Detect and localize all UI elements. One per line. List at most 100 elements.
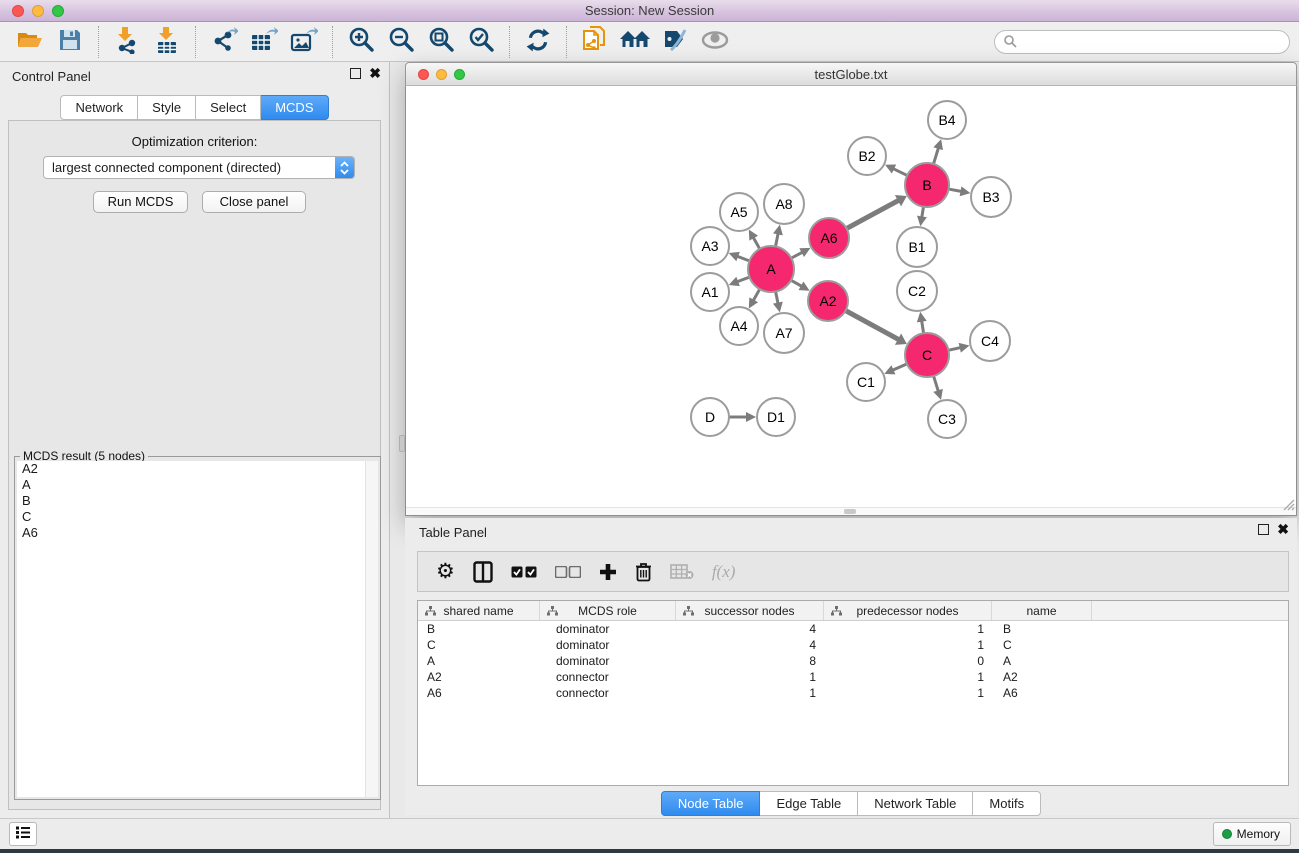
table-settings-gear-icon[interactable]: ⚙ <box>436 559 455 585</box>
table-row[interactable]: A6connector11A6 <box>418 685 1288 701</box>
save-session-button[interactable] <box>50 24 90 60</box>
status-bar: Memory <box>0 818 1299 849</box>
network-vertical-scrollbar[interactable] <box>399 86 406 515</box>
table-row[interactable]: Adominator80A <box>418 653 1288 669</box>
column-header[interactable]: predecessor nodes <box>824 601 992 620</box>
table-panel-tabs: Node TableEdge TableNetwork TableMotifs <box>405 791 1297 816</box>
close-panel-icon[interactable]: ✖ <box>369 68 381 79</box>
toolbar-separator <box>195 26 196 58</box>
graph-edge-arrow <box>959 343 970 353</box>
memory-button[interactable]: Memory <box>1213 822 1291 846</box>
column-header[interactable]: shared name <box>418 601 540 620</box>
result-item[interactable]: A2 <box>17 461 365 477</box>
zoom-fit-button[interactable] <box>421 24 461 60</box>
result-scrollbar[interactable] <box>365 461 378 797</box>
memory-label: Memory <box>1237 827 1280 841</box>
graph-node-label: A6 <box>820 230 837 246</box>
session-title: Session: New Session <box>0 3 1299 18</box>
save-floppy-icon <box>58 28 82 55</box>
resize-grip-icon[interactable] <box>1282 498 1295 514</box>
column-header[interactable]: successor nodes <box>676 601 824 620</box>
result-item[interactable]: A6 <box>17 525 365 541</box>
graph-node-label: B1 <box>908 239 925 255</box>
search-field[interactable] <box>994 30 1290 54</box>
function-builder-button[interactable]: f(x) <box>712 559 736 585</box>
tab-edge-table[interactable]: Edge Table <box>760 791 858 816</box>
graph-node-label: C1 <box>857 374 875 390</box>
export-image-button[interactable] <box>284 24 324 60</box>
zoom-out-icon <box>387 26 415 57</box>
column-header[interactable]: name <box>992 601 1092 620</box>
result-item[interactable]: B <box>17 493 365 509</box>
list-icon <box>16 826 30 842</box>
close-table-panel-icon[interactable]: ✖ <box>1277 524 1289 535</box>
export-image-icon <box>290 27 318 56</box>
network-window-titlebar[interactable]: testGlobe.txt <box>405 62 1297 86</box>
float-table-panel-icon[interactable] <box>1258 524 1269 535</box>
search-input[interactable] <box>1017 32 1289 52</box>
deselect-all-checks-icon[interactable] <box>555 559 581 585</box>
graph-edge[interactable] <box>844 310 900 341</box>
import-table-icon <box>154 26 180 57</box>
network-view[interactable]: B4B2BB3A8A5A6A3B1AA1C2A2A4A7CC4C1C3DD1 <box>405 86 1297 516</box>
network-horizontal-scrollbar[interactable] <box>406 507 1296 515</box>
open-recent-session-button[interactable] <box>575 24 615 60</box>
home-button[interactable] <box>615 24 655 60</box>
zoom-selected-icon <box>467 26 495 57</box>
import-network-icon <box>114 26 140 57</box>
delete-table-icon[interactable] <box>670 559 694 585</box>
tab-network[interactable]: Network <box>60 95 138 120</box>
tab-node-table[interactable]: Node Table <box>661 791 761 816</box>
tab-style[interactable]: Style <box>138 95 196 120</box>
import-table-button[interactable] <box>147 24 187 60</box>
search-icon <box>1003 34 1017 51</box>
table-row[interactable]: Bdominator41B <box>418 621 1288 637</box>
select-all-checks-icon[interactable] <box>511 559 537 585</box>
control-panel-tabs: NetworkStyleSelectMCDS <box>0 95 389 120</box>
result-item[interactable]: C <box>17 509 365 525</box>
label-slash-icon <box>661 28 689 55</box>
close-panel-button[interactable]: Close panel <box>202 191 306 213</box>
toolbar-separator <box>332 26 333 58</box>
export-table-button[interactable] <box>244 24 284 60</box>
criterion-select[interactable]: largest connected component (directed) <box>43 156 355 179</box>
show-columns-icon[interactable] <box>473 559 493 585</box>
zoom-in-button[interactable] <box>341 24 381 60</box>
table-row[interactable]: Cdominator41C <box>418 637 1288 653</box>
import-network-button[interactable] <box>107 24 147 60</box>
show-hide-button[interactable] <box>695 24 735 60</box>
tab-mcds[interactable]: MCDS <box>261 95 328 120</box>
graph-node-label: B3 <box>982 189 999 205</box>
add-column-plus-icon[interactable] <box>599 559 617 585</box>
result-item[interactable]: A <box>17 477 365 493</box>
memory-status-icon <box>1222 829 1232 839</box>
optimization-criterion-label: Optimization criterion: <box>0 134 389 149</box>
zoom-out-button[interactable] <box>381 24 421 60</box>
graph-node-label: B2 <box>858 148 875 164</box>
table-panel-header: Table Panel ✖ <box>405 518 1297 546</box>
float-panel-icon[interactable] <box>350 68 361 79</box>
graph-edge[interactable] <box>933 147 939 166</box>
graph-node-label: A2 <box>819 293 836 309</box>
table-row[interactable]: A2connector11A2 <box>418 669 1288 685</box>
column-header[interactable]: MCDS role <box>540 601 676 620</box>
tab-motifs[interactable]: Motifs <box>973 791 1041 816</box>
zoom-selected-button[interactable] <box>461 24 501 60</box>
mcds-result-list: A2ABCA6 <box>17 461 365 797</box>
refresh-button[interactable] <box>518 24 558 60</box>
tab-select[interactable]: Select <box>196 95 261 120</box>
task-history-button[interactable] <box>9 822 37 846</box>
zoom-fit-icon <box>427 26 455 57</box>
export-network-button[interactable] <box>204 24 244 60</box>
graph-node-label: A8 <box>775 196 792 212</box>
delete-column-trash-icon[interactable] <box>635 559 652 585</box>
graph-node-label: A3 <box>701 238 718 254</box>
hide-label-button[interactable] <box>655 24 695 60</box>
tab-network-table[interactable]: Network Table <box>858 791 973 816</box>
run-mcds-button[interactable]: Run MCDS <box>93 191 188 213</box>
node-table-header: shared nameMCDS rolesuccessor nodesprede… <box>418 601 1288 621</box>
graph-node-label: A5 <box>730 204 747 220</box>
graph-edge[interactable] <box>845 200 900 230</box>
graph-node-label: A4 <box>730 318 747 334</box>
open-session-button[interactable] <box>10 24 50 60</box>
